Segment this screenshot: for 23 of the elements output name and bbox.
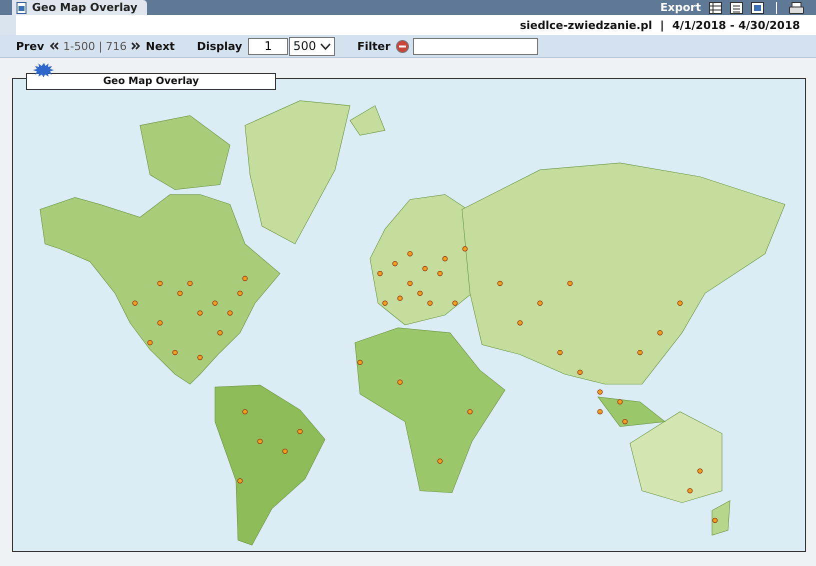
double-chevron-left-icon[interactable] xyxy=(50,42,60,50)
page-input[interactable]: 1 xyxy=(248,38,288,54)
spreadsheet-icon[interactable] xyxy=(709,2,722,14)
document-icon[interactable] xyxy=(751,2,764,14)
starburst-icon xyxy=(33,63,55,77)
document-icon[interactable] xyxy=(730,2,743,14)
filter-input[interactable] xyxy=(413,38,538,54)
prev-link[interactable]: Prev xyxy=(16,40,44,52)
caret-icon xyxy=(320,42,332,50)
date-range: 4/1/2018 - 4/30/2018 xyxy=(672,18,800,32)
tab[interactable]: Geo Map Overlay xyxy=(12,0,148,15)
site-name: siedlce-zwiedzanie.pl xyxy=(520,18,652,32)
double-chevron-right-icon[interactable] xyxy=(130,42,140,50)
page-size-select[interactable]: 500 xyxy=(289,36,336,56)
filter-label: Filter xyxy=(357,40,390,52)
display-label: Display xyxy=(196,40,242,52)
printer-icon[interactable] xyxy=(789,2,804,14)
panel-title: Geo Map Overlay xyxy=(26,73,276,90)
clear-filter-icon[interactable] xyxy=(396,40,410,52)
page-range: 1-500 | 716 xyxy=(63,40,127,52)
export-label: Export xyxy=(660,1,701,14)
next-link[interactable]: Next xyxy=(146,40,175,52)
separator: | xyxy=(660,18,664,32)
